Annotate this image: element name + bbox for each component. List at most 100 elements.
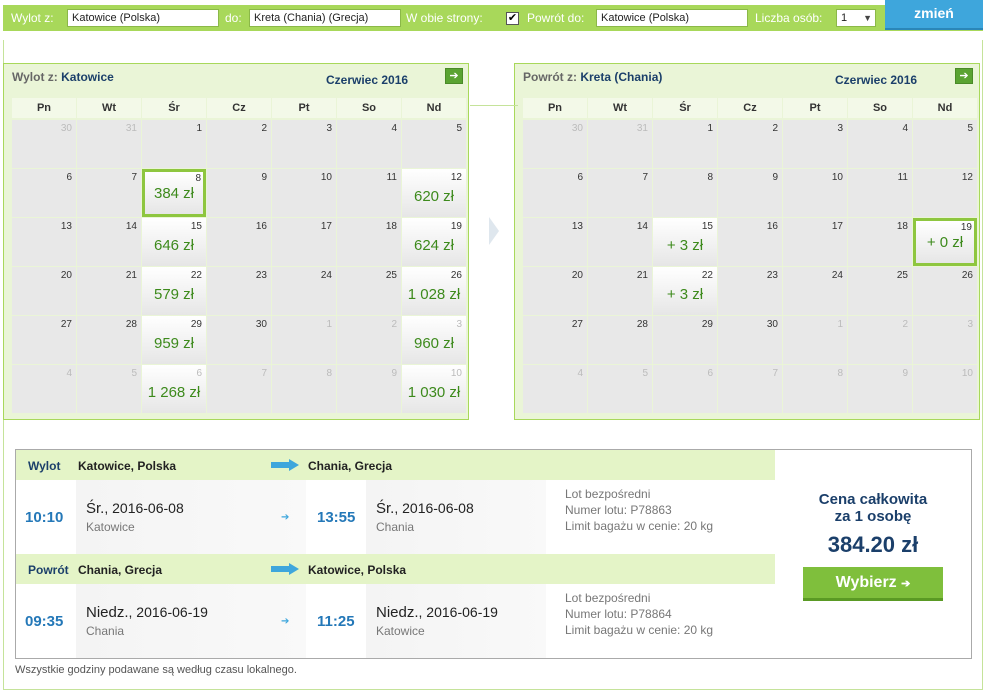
outbound-arr-day: Śr. [376,500,395,517]
change-search-button[interactable]: zmień [885,0,983,30]
weekday-header: Nd [913,98,977,118]
weekday-header: Śr [142,98,206,118]
calendar-day-price[interactable]: 22 579 zł [142,267,206,315]
day-number: 26 [450,270,462,281]
weekday-header: So [848,98,912,118]
arrow-right-icon [271,459,301,471]
calendar-day: 4 [523,365,587,413]
arrow-right-icon: ➔ [281,616,290,627]
day-number: 27 [571,319,583,330]
day-number: 21 [125,270,137,281]
day-number: 9 [902,368,908,379]
calendar-day: 25 [337,267,401,315]
calendar-day: 16 [718,218,782,266]
day-number: 1 [196,123,202,134]
calendar-day: 4 [848,120,912,168]
calendar-day: 20 [523,267,587,315]
next-month-icon[interactable]: ➔ [955,68,973,84]
calendar-day-price[interactable]: 12 620 zł [402,169,466,217]
flight-summary: Wylot Katowice, Polska Chania, Grecja 10… [15,449,972,659]
calendar-day-price[interactable]: 19 624 zł [402,218,466,266]
price-label: Cena całkowita [818,491,928,508]
calendar-day-price[interactable]: 26 1 028 zł [402,267,466,315]
calendar-day-price[interactable]: 15 + 3 zł [653,218,717,266]
return-label: Powrót do: [527,11,585,25]
outbound-direct: Lot bezpośredni [565,487,651,501]
day-number: 13 [571,221,583,232]
calendar-day: 23 [207,267,271,315]
outbound-to: Chania, Grecja [308,459,393,473]
day-number: 3 [837,123,843,134]
weekday-header: Pn [12,98,76,118]
calendar-day: 7 [77,169,141,217]
day-number: 24 [320,270,332,281]
outbound-label: Wylot [28,459,61,473]
return-input[interactable]: Katowice (Polska) [596,9,748,27]
return-dep-date: Niedz., 2016-06-19 [86,604,208,621]
calendar-day-price[interactable]: 10 1 030 zł [402,365,466,413]
calendar-day: 27 [523,316,587,364]
calendar-day: 9 [848,365,912,413]
outbound-arr-city: Chania [376,520,415,534]
calendar-day: 28 [77,316,141,364]
day-number: 31 [636,123,648,134]
calendar-header: Wylot z: Katowice Czerwiec 2016 ➔ [4,64,468,94]
outbound-from: Katowice, Polska [78,459,177,473]
day-number: 25 [896,270,908,281]
calendar-day: 9 [718,169,782,217]
return-dep-time: 09:35 [25,613,64,630]
day-number: 15 [701,221,713,232]
persons-select[interactable]: 1 ▼ [836,9,876,27]
return-details: 09:35 Niedz., 2016-06-19 Chania ➔ 11:25 … [16,584,775,658]
price-per-person: za 1 osobę [834,508,912,525]
persons-value: 1 [841,12,848,24]
day-number: 9 [391,368,397,379]
day-number: 7 [642,172,648,183]
outbound-arr-date: Śr., 2016-06-08 [376,500,474,517]
price-box: Cena całkowita za 1 osobę 384.20 zł Wybi… [775,450,971,658]
arrow-right-icon: ➔ [901,578,911,590]
total-price: 384.20 zł [827,532,919,557]
day-number: 18 [896,221,908,232]
next-month-icon[interactable]: ➔ [445,68,463,84]
calendar-day: 7 [588,169,652,217]
calendar-day-price[interactable]: 3 960 zł [402,316,466,364]
return-from: Chania, Grecja [78,563,163,577]
outbound-calendar: Wylot z: Katowice Czerwiec 2016 ➔ Pn Wt Śr… [3,63,469,420]
to-input[interactable]: Kreta (Chania) (Grecja) [249,9,401,27]
outbound-departure-box [76,480,306,554]
outbound-arrival-box [366,480,546,554]
day-price: 1 028 zł [407,286,461,303]
day-number: 15 [190,221,202,232]
outbound-header: Wylot Katowice, Polska Chania, Grecja [16,450,775,480]
weekday-header: Cz [207,98,271,118]
weekday-header: Pn [523,98,587,118]
to-label: do: [225,11,242,25]
round-trip-checkbox[interactable]: ✔ [506,12,519,25]
calendar-title: Wylot z: Katowice [12,70,114,84]
calendar-day-price[interactable]: 29 959 zł [142,316,206,364]
return-dep-day: Niedz. [86,604,129,621]
day-number: 7 [772,368,778,379]
calendar-day-price[interactable]: 8 384 zł [142,169,206,217]
calendar-day-price[interactable]: 6 1 268 zł [142,365,206,413]
day-number: 8 [707,172,713,183]
day-number: 21 [636,270,648,281]
day-number: 9 [772,172,778,183]
day-number: 5 [131,368,137,379]
day-number: 12 [450,172,462,183]
calendar-day-price[interactable]: 22 + 3 zł [653,267,717,315]
calendar-day: 9 [207,169,271,217]
day-number: 29 [190,319,202,330]
calendar-day: 13 [12,218,76,266]
day-number: 10 [320,172,332,183]
calendar-day-price[interactable]: 15 646 zł [142,218,206,266]
select-button[interactable]: Wybierz ➔ [803,567,943,601]
calendar-title: Powrót z: Kreta (Chania) [523,70,662,84]
day-price: 620 zł [413,188,455,205]
calendar-day-price[interactable]: 19 + 0 zł [913,218,977,266]
calendar-title-label: Wylot z: [12,70,58,84]
select-button-label: Wybierz [835,574,897,591]
from-input[interactable]: Katowice (Polska) [67,9,219,27]
calendar-day: 5 [913,120,977,168]
